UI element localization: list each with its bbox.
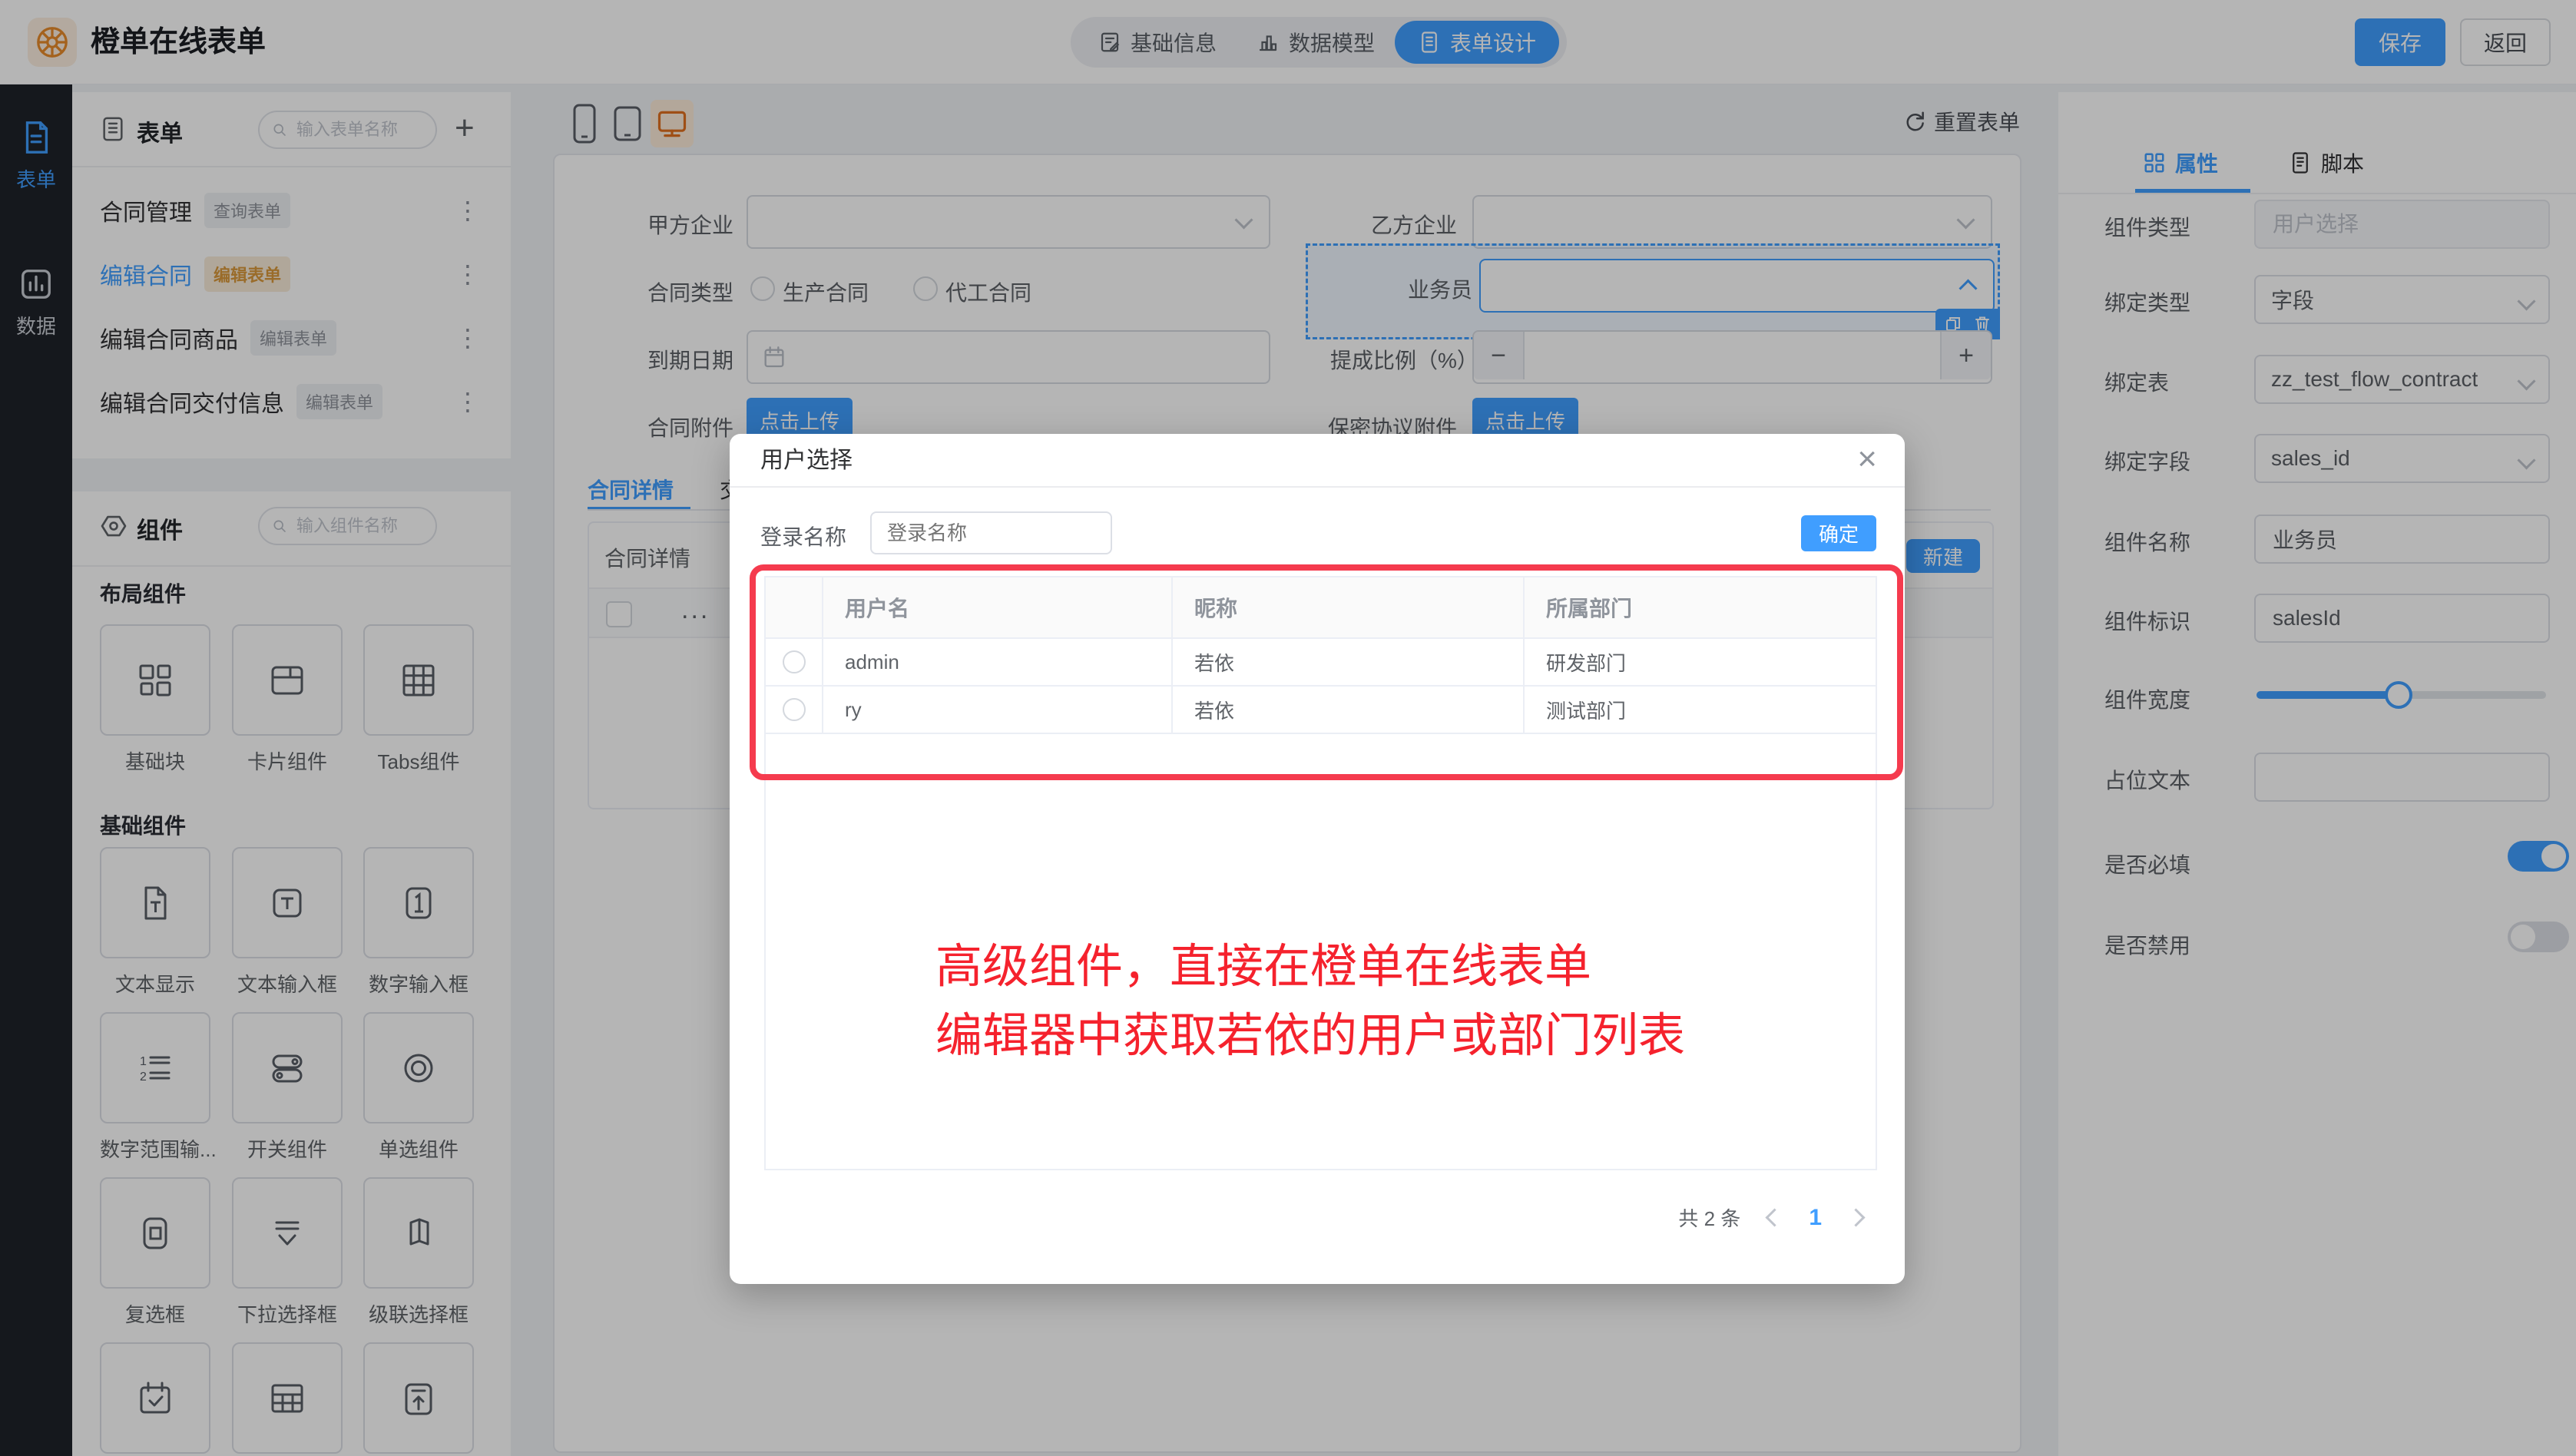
annotation-line-1: 高级组件，直接在橙单在线表单 xyxy=(935,932,1685,1001)
table-row[interactable]: ry 若依 测试部门 xyxy=(766,687,1876,734)
table-header-row: 用户名 昵称 所属部门 xyxy=(766,577,1876,639)
login-name-label: 登录名称 xyxy=(760,521,846,551)
cell-username: admin xyxy=(823,639,1173,685)
cell-department: 测试部门 xyxy=(1525,687,1876,733)
next-page-icon[interactable] xyxy=(1846,1208,1865,1226)
annotation-text: 高级组件，直接在橙单在线表单 编辑器中获取若依的用户或部门列表 xyxy=(935,932,1685,1070)
col-nickname: 昵称 xyxy=(1173,577,1525,637)
row-radio[interactable] xyxy=(783,698,806,721)
login-name-field[interactable] xyxy=(870,511,1112,554)
login-name-input[interactable] xyxy=(886,521,1097,546)
close-icon[interactable]: × xyxy=(1857,440,1877,478)
prev-page-icon[interactable] xyxy=(1766,1208,1784,1226)
table-row[interactable]: admin 若依 研发部门 xyxy=(766,639,1876,687)
pagination: 共 2 条 1 xyxy=(1678,1203,1862,1232)
cell-nickname: 若依 xyxy=(1173,687,1525,733)
dialog-header: 用户选择 × xyxy=(730,434,1905,488)
user-select-dialog: 用户选择 × 登录名称 确定 用户名 昵称 所属部门 admin 若依 研发部门 xyxy=(730,434,1905,1284)
confirm-button[interactable]: 确定 xyxy=(1801,515,1876,551)
cell-department: 研发部门 xyxy=(1525,639,1876,685)
current-page[interactable]: 1 xyxy=(1809,1205,1822,1231)
row-radio[interactable] xyxy=(783,650,806,673)
radio-column-header xyxy=(766,577,823,637)
total-count: 共 2 条 xyxy=(1678,1203,1740,1232)
user-table: 用户名 昵称 所属部门 admin 若依 研发部门 ry 若依 测试部门 xyxy=(764,576,1877,1170)
cell-nickname: 若依 xyxy=(1173,639,1525,685)
col-username: 用户名 xyxy=(823,577,1173,637)
col-department: 所属部门 xyxy=(1525,577,1876,637)
cell-username: ry xyxy=(823,687,1173,733)
dialog-title: 用户选择 xyxy=(760,434,853,488)
annotation-line-2: 编辑器中获取若依的用户或部门列表 xyxy=(935,1001,1685,1070)
app: 橙单在线表单 基础信息 数据模型 表单设计 保存 返回 表单 数据 xyxy=(0,0,2576,1456)
